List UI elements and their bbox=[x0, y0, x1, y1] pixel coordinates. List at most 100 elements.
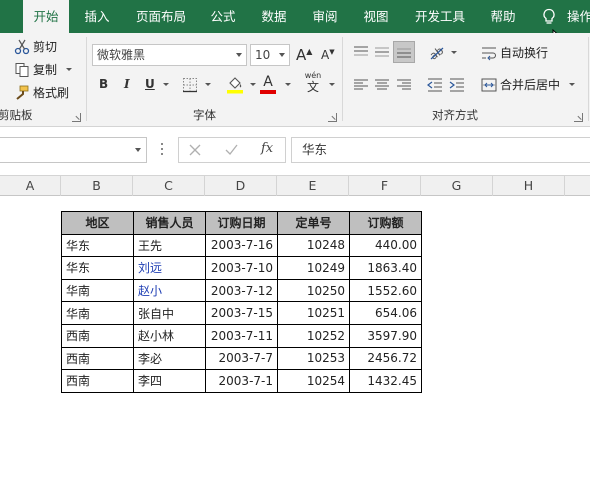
header-region[interactable]: 地区 bbox=[61, 211, 134, 235]
tab-tell-me[interactable]: 操作 bbox=[563, 0, 590, 33]
chevron-down-icon[interactable] bbox=[285, 83, 291, 86]
font-family-select[interactable]: 微软雅黑 bbox=[92, 44, 247, 66]
header-order-date[interactable]: 订购日期 bbox=[205, 211, 278, 235]
alignment-launcher-icon[interactable] bbox=[574, 113, 583, 122]
cell-region[interactable]: 华南 bbox=[61, 278, 134, 303]
align-middle-icon[interactable] bbox=[374, 45, 390, 59]
cell-salesperson[interactable]: 赵小 bbox=[133, 278, 206, 303]
cell-order-amount[interactable]: 654.06 bbox=[349, 301, 422, 325]
cut-button[interactable]: 剪切 bbox=[14, 38, 57, 55]
align-right-icon[interactable] bbox=[396, 79, 412, 91]
cell-order-amount[interactable]: 2456.72 bbox=[349, 346, 422, 371]
cell-order-date[interactable]: 2003-7-12 bbox=[205, 278, 278, 303]
column-header-b[interactable]: B bbox=[61, 176, 133, 196]
fill-color-icon[interactable] bbox=[226, 75, 244, 94]
phonetic-guide-button[interactable]: wén 文 bbox=[303, 71, 323, 95]
column-header-f[interactable]: F bbox=[349, 176, 421, 196]
column-header-g[interactable]: G bbox=[421, 176, 493, 196]
tab-review[interactable]: 审阅 bbox=[302, 0, 348, 33]
cell-order-date[interactable]: 2003-7-11 bbox=[205, 323, 278, 348]
cell-region[interactable]: 华东 bbox=[61, 233, 134, 258]
font-launcher-icon[interactable] bbox=[328, 113, 337, 122]
tab-home[interactable]: 开始 bbox=[23, 0, 69, 33]
tab-page-layout[interactable]: 页面布局 bbox=[128, 0, 194, 33]
cell-salesperson[interactable]: 张自中 bbox=[133, 301, 206, 325]
name-box[interactable] bbox=[0, 137, 147, 163]
cell-region[interactable]: 西南 bbox=[61, 369, 134, 393]
tab-help[interactable]: 帮助 bbox=[480, 0, 526, 33]
format-painter-button[interactable]: 格式刷 bbox=[14, 84, 69, 101]
cell-order-amount[interactable]: 440.00 bbox=[349, 233, 422, 258]
cell-order-id[interactable]: 10250 bbox=[277, 278, 350, 303]
chevron-down-icon[interactable] bbox=[66, 68, 73, 71]
cell-order-id[interactable]: 10251 bbox=[277, 301, 350, 325]
tab-insert[interactable]: 插入 bbox=[74, 0, 120, 33]
cell-order-id[interactable]: 10253 bbox=[277, 346, 350, 371]
orientation-icon[interactable]: ab bbox=[428, 44, 446, 60]
italic-button[interactable]: I bbox=[124, 77, 130, 91]
column-header-e[interactable]: E bbox=[277, 176, 349, 196]
wrap-text-button[interactable]: 自动换行 bbox=[481, 44, 548, 61]
cell-order-date[interactable]: 2003-7-1 bbox=[205, 369, 278, 393]
borders-icon[interactable] bbox=[182, 77, 198, 93]
cell-order-date[interactable]: 2003-7-7 bbox=[205, 346, 278, 371]
formula-input[interactable]: 华东 bbox=[291, 137, 590, 163]
chevron-down-icon[interactable] bbox=[569, 83, 576, 86]
enter-check-icon[interactable] bbox=[225, 144, 238, 156]
chevron-down-icon[interactable] bbox=[250, 83, 256, 86]
copy-button[interactable]: 复制 bbox=[14, 61, 73, 78]
increase-font-size-button[interactable]: A▲ bbox=[296, 46, 312, 64]
cell-order-id[interactable]: 10248 bbox=[277, 233, 350, 258]
decrease-indent-icon[interactable] bbox=[427, 78, 443, 92]
align-top-icon[interactable] bbox=[353, 45, 369, 59]
chevron-down-icon[interactable] bbox=[163, 83, 169, 86]
merge-center-button[interactable]: 合并后居中 bbox=[481, 76, 576, 93]
header-order-id[interactable]: 定单号 bbox=[277, 211, 350, 235]
column-header-a[interactable]: A bbox=[0, 176, 61, 196]
cell-region[interactable]: 华南 bbox=[61, 301, 134, 325]
header-salesperson[interactable]: 销售人员 bbox=[133, 211, 206, 235]
cell-order-id[interactable]: 10252 bbox=[277, 323, 350, 348]
cell-order-date[interactable]: 2003-7-16 bbox=[205, 233, 278, 258]
tab-data[interactable]: 数据 bbox=[251, 0, 297, 33]
column-header-d[interactable]: D bbox=[205, 176, 277, 196]
align-left-icon[interactable] bbox=[353, 79, 369, 91]
cell-salesperson[interactable]: 王先 bbox=[133, 233, 206, 258]
cell-order-date[interactable]: 2003-7-10 bbox=[205, 256, 278, 280]
cell-order-date[interactable]: 2003-7-15 bbox=[205, 301, 278, 325]
column-header-h[interactable]: H bbox=[493, 176, 565, 196]
cell-region[interactable]: 西南 bbox=[61, 346, 134, 371]
increase-indent-icon[interactable] bbox=[449, 78, 465, 92]
tab-formulas[interactable]: 公式 bbox=[200, 0, 246, 33]
align-center-icon[interactable] bbox=[374, 79, 390, 91]
insert-function-icon[interactable]: fx bbox=[261, 141, 273, 156]
cell-salesperson[interactable]: 李四 bbox=[133, 369, 206, 393]
cell-order-id[interactable]: 10254 bbox=[277, 369, 350, 393]
cell-salesperson[interactable]: 赵小林 bbox=[133, 323, 206, 348]
tab-developer[interactable]: 开发工具 bbox=[407, 0, 473, 33]
chevron-down-icon[interactable] bbox=[329, 83, 335, 86]
font-color-button[interactable]: A bbox=[260, 74, 276, 94]
column-header-c[interactable]: C bbox=[133, 176, 205, 196]
cell-salesperson[interactable]: 李必 bbox=[133, 346, 206, 371]
cell-order-amount[interactable]: 1432.45 bbox=[349, 369, 422, 393]
cancel-icon[interactable] bbox=[189, 144, 201, 156]
cell-order-amount[interactable]: 3597.90 bbox=[349, 323, 422, 348]
cell-salesperson[interactable]: 刘远 bbox=[133, 256, 206, 280]
bold-button[interactable]: B bbox=[99, 77, 108, 91]
chevron-down-icon[interactable] bbox=[451, 51, 457, 54]
font-size-select[interactable]: 10 bbox=[250, 44, 290, 66]
decrease-font-size-button[interactable]: A▼ bbox=[321, 48, 335, 62]
underline-button[interactable]: U bbox=[145, 77, 155, 91]
cell-region[interactable]: 华东 bbox=[61, 256, 134, 280]
cell-region[interactable]: 西南 bbox=[61, 323, 134, 348]
lightbulb-icon[interactable] bbox=[541, 8, 557, 26]
header-order-amount[interactable]: 订购额 bbox=[349, 211, 422, 235]
chevron-down-icon[interactable] bbox=[205, 83, 211, 86]
cell-order-amount[interactable]: 1863.40 bbox=[349, 256, 422, 280]
clipboard-launcher-icon[interactable] bbox=[72, 113, 81, 122]
cell-order-amount[interactable]: 1552.60 bbox=[349, 278, 422, 303]
align-bottom-button[interactable] bbox=[393, 41, 415, 63]
cell-order-id[interactable]: 10249 bbox=[277, 256, 350, 280]
chevron-down-icon[interactable] bbox=[135, 148, 141, 152]
